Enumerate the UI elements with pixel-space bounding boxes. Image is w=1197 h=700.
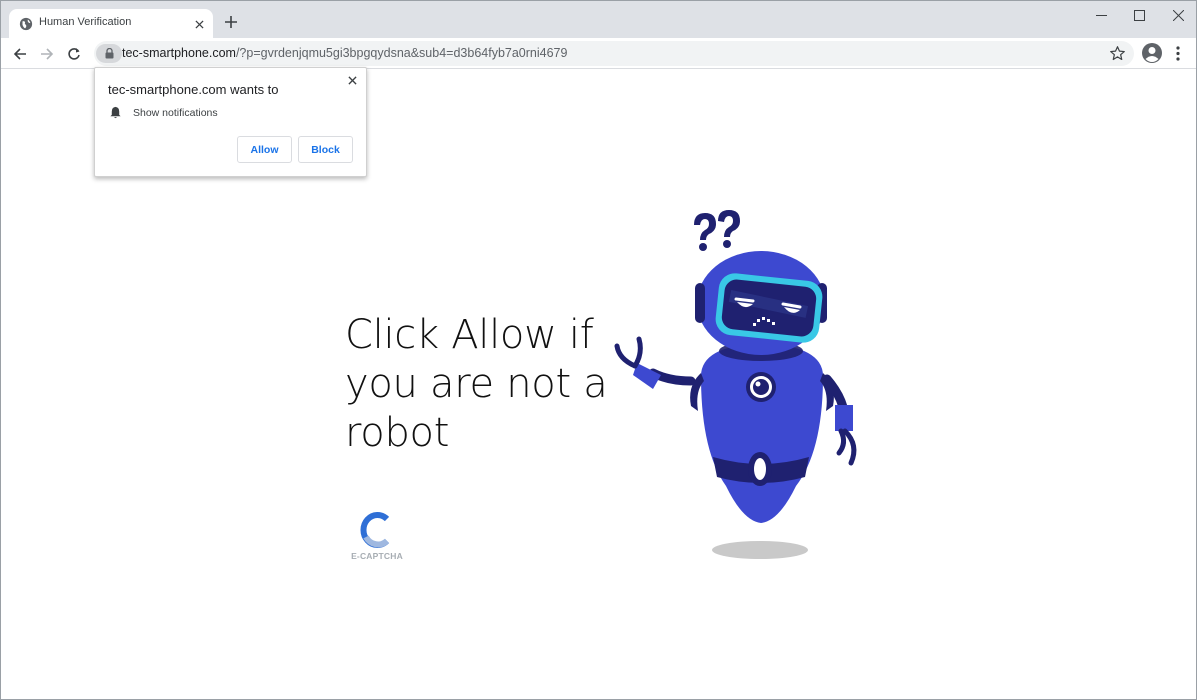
close-window-icon[interactable] — [1168, 5, 1188, 25]
tab-strip: Human Verification — [1, 1, 1196, 38]
captcha-label: E-CAPTCHA — [351, 551, 403, 561]
popup-close-icon[interactable] — [345, 73, 359, 87]
url-text: tec-smartphone.com/?p=gvrdenjqmu5gi3bpgq… — [122, 46, 567, 60]
url-path: /?p=gvrdenjqmu5gi3bpgqydsna&sub4=d3b64fy… — [235, 46, 568, 60]
menu-kebab-icon[interactable] — [1171, 44, 1185, 62]
robot-left-arm — [614, 336, 696, 389]
robot-shadow — [712, 541, 808, 559]
robot-head — [695, 251, 827, 355]
minimize-icon[interactable] — [1091, 5, 1111, 25]
robot-body — [701, 343, 823, 523]
tab-human-verification[interactable]: Human Verification — [9, 9, 213, 38]
maximize-icon[interactable] — [1129, 5, 1149, 25]
toolbar: tec-smartphone.com/?p=gvrdenjqmu5gi3bpgq… — [1, 38, 1196, 69]
forward-arrow-icon[interactable] — [36, 43, 58, 65]
tab-close-icon[interactable] — [191, 16, 207, 32]
block-button[interactable]: Block — [298, 136, 353, 163]
bell-icon — [110, 106, 121, 119]
bookmark-star-icon[interactable] — [1109, 45, 1126, 62]
robot-illustration — [614, 210, 857, 559]
tab-title: Human Verification — [39, 16, 132, 28]
profile-avatar-icon[interactable] — [1141, 42, 1163, 64]
browser-window: Human Verification tec-smartphone.com/?p… — [0, 0, 1197, 700]
popup-title: tec-smartphone.com wants to — [108, 82, 279, 97]
permission-text: Show notifications — [133, 107, 218, 119]
globe-icon — [19, 17, 33, 31]
new-tab-plus-icon[interactable] — [222, 13, 240, 31]
back-arrow-icon[interactable] — [9, 43, 31, 65]
captcha-logo-icon — [360, 512, 390, 548]
url-host: tec-smartphone.com — [122, 46, 236, 60]
allow-button[interactable]: Allow — [237, 136, 292, 163]
reload-icon[interactable] — [63, 43, 85, 65]
lock-icon[interactable] — [96, 44, 122, 63]
address-bar[interactable]: tec-smartphone.com/?p=gvrdenjqmu5gi3bpgq… — [94, 41, 1134, 66]
notification-permission-popup: tec-smartphone.com wants to Show notific… — [94, 67, 367, 177]
question-marks-icon — [694, 210, 740, 251]
